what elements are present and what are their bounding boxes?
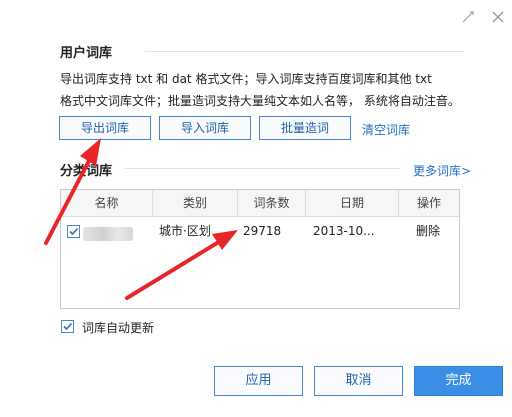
user-lib-description: 导出词库支持 txt 和 dat 格式文件；导入词库支持百度词库和其他 txt … [60,68,480,112]
cancel-button[interactable]: 取消 [314,366,403,396]
column-header-date: 日期 [306,190,399,216]
divider [125,168,400,169]
import-lib-button[interactable]: 导入词库 [159,116,251,140]
section-title-category-lib: 分类词库 [60,164,113,179]
delete-link[interactable]: 删除 [416,220,440,242]
row-checkbox[interactable] [67,225,80,238]
auto-update-checkbox[interactable] [61,320,74,333]
column-header-name: 名称 [61,190,153,216]
column-header-action: 操作 [399,190,459,216]
lib-name-blurred [83,227,133,241]
row-date: 2013-10... [313,224,375,238]
row-category: 城市·区划 [159,224,211,238]
more-libs-link[interactable]: 更多词库> [413,162,471,179]
description-line-2: 格式中文词库文件；批量造词支持大量纯文本如人名等， 系统将自动注音。 [60,94,460,108]
description-line-1: 导出词库支持 txt 和 dat 格式文件；导入词库支持百度词库和其他 txt [60,72,432,86]
export-lib-button[interactable]: 导出词库 [59,116,151,140]
column-header-category: 类别 [153,190,238,216]
close-icon[interactable] [488,10,508,30]
finish-button[interactable]: 完成 [414,366,503,396]
row-count: 29718 [243,224,282,238]
auto-update-label: 词库自动更新 [82,321,155,335]
section-title-user-lib: 用户词库 [60,46,113,61]
column-header-count: 词条数 [238,190,306,216]
batch-create-button[interactable]: 批量造词 [259,116,351,140]
apply-button[interactable]: 应用 [214,366,303,396]
clear-lib-link[interactable]: 清空词库 [362,121,410,138]
divider [145,51,465,52]
header-divider [61,216,459,217]
category-lib-table: 名称 类别 词条数 日期 操作 城市·区划 29718 2013-10... 删… [60,189,460,309]
settings-icon[interactable] [458,10,478,30]
